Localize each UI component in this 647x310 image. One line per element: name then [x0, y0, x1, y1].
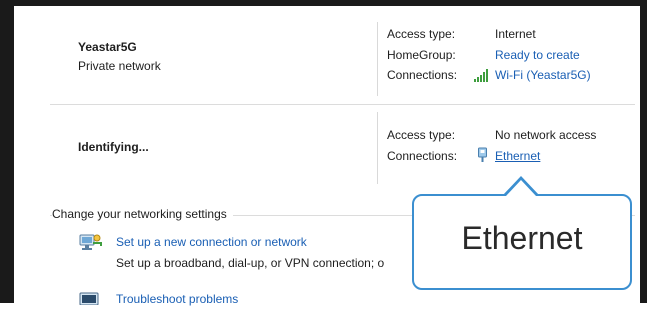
- network-separator: [50, 104, 635, 105]
- setup-connection-link[interactable]: Set up a new connection or network: [116, 235, 307, 249]
- wifi-signal-icon: [474, 68, 491, 87]
- access-type-value: Internet: [495, 27, 536, 41]
- callout-pointer-fill: [506, 180, 536, 196]
- connections-label: Connections:: [387, 68, 458, 82]
- ethernet-connection-link[interactable]: Ethernet: [495, 149, 540, 163]
- setup-connection-description: Set up a broadband, dial-up, or VPN conn…: [116, 256, 385, 270]
- access-type-label: Access type:: [387, 27, 456, 41]
- network-name: Identifying...: [78, 140, 149, 154]
- window-frame-top: [0, 0, 647, 6]
- new-connection-icon: [78, 233, 102, 258]
- column-divider: [377, 112, 378, 184]
- callout-label: Ethernet: [461, 220, 583, 256]
- troubleshoot-icon: [78, 291, 102, 310]
- homegroup-link[interactable]: Ready to create: [495, 48, 580, 62]
- wifi-connection-link[interactable]: Wi-Fi (Yeastar5G): [495, 68, 591, 82]
- homegroup-label: HomeGroup:: [387, 48, 456, 62]
- window-frame-left: [0, 0, 14, 303]
- settings-section-title: Change your networking settings: [52, 207, 233, 221]
- connections-label: Connections:: [387, 149, 458, 163]
- column-divider: [377, 22, 378, 96]
- network-category: Private network: [78, 59, 161, 73]
- window-frame-right: [640, 0, 647, 303]
- access-type-value: No network access: [495, 128, 597, 142]
- troubleshoot-link[interactable]: Troubleshoot problems: [116, 292, 238, 306]
- ethernet-icon: [477, 147, 488, 168]
- access-type-label: Access type:: [387, 128, 456, 142]
- network-name: Yeastar5G: [78, 40, 137, 54]
